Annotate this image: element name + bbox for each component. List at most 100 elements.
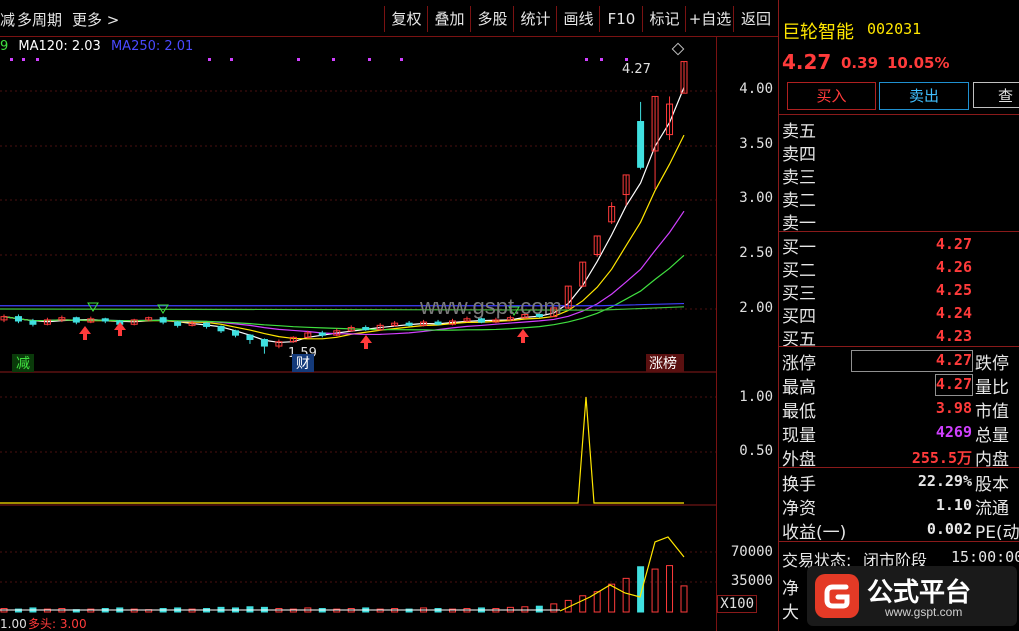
signal-dot [400, 58, 403, 61]
add-watchlist-button[interactable]: +自选 [685, 6, 734, 32]
candle-body [231, 330, 239, 336]
chart-grid [0, 90, 716, 583]
signal-dot [600, 58, 603, 61]
high-mark-label: 4.27 [622, 62, 651, 77]
candle-body [14, 316, 22, 322]
fuquan-button[interactable]: 复权 [384, 6, 428, 32]
multi-period-button[interactable]: 多周期 [17, 9, 62, 30]
stock-code: 002031 [867, 20, 922, 38]
current-volume-label: 现量 [782, 426, 816, 446]
last-price: 4.27 [782, 50, 832, 74]
stock-name: 巨轮智能 [782, 22, 854, 43]
divider [779, 231, 1019, 232]
buy-signal-arrow [517, 329, 529, 343]
signal-dot [10, 58, 13, 61]
candle-body [72, 317, 80, 323]
price-axis: 4.00 3.50 3.00 2.50 2.00 1.00 0.50 70000… [716, 37, 779, 631]
volume-bar [622, 577, 630, 613]
bid-1-label: 买一 [782, 238, 816, 258]
ask-4-label: 卖四 [782, 145, 816, 165]
f10-button[interactable]: F10 [599, 6, 643, 32]
price-tick: 2.00 [739, 300, 773, 316]
candle-body [637, 121, 645, 168]
bid-2-price: 4.26 [935, 258, 972, 276]
net-assets-value: 1.10 [935, 496, 972, 514]
divider [779, 114, 1019, 115]
volume-bar [680, 585, 688, 613]
query-button[interactable]: 查 [973, 82, 1019, 108]
signal-dot [297, 58, 300, 61]
signal-dot [585, 58, 588, 61]
price-tick: 4.00 [739, 81, 773, 97]
signal-dot [36, 58, 39, 61]
price-tick: 3.00 [739, 190, 773, 206]
kline-chart[interactable]: www.gspt.com 4.27 1.59 减 财 涨榜 1.00 多头: 3… [0, 37, 778, 631]
float-label: 流通 [975, 499, 1009, 519]
limit-up-value: 4.27 [935, 351, 972, 369]
buy-signal-arrow [114, 322, 126, 336]
bid-2-label: 买二 [782, 261, 816, 281]
volume-bar [550, 603, 558, 613]
ask-3-label: 卖三 [782, 168, 816, 188]
cut-label-2: 大 [782, 603, 799, 623]
trade-time: 15:00:00 [951, 548, 1019, 566]
low-value: 3.98 [935, 399, 972, 417]
back-button[interactable]: 返回 [733, 6, 778, 32]
volume-bar [246, 606, 254, 613]
indicator-curve [0, 396, 684, 504]
cut-label-1: 净 [782, 579, 799, 599]
statistics-button[interactable]: 统计 [513, 6, 557, 32]
overlay-button[interactable]: 叠加 [427, 6, 471, 32]
tag-zhangbang: 涨榜 [649, 355, 677, 372]
candle-body [217, 325, 225, 332]
volume-bar [608, 583, 616, 613]
more-button[interactable]: 更多 > [72, 9, 119, 30]
buy-button[interactable]: 买入 [787, 82, 876, 110]
tag-jian: 减 [16, 356, 30, 372]
bottom-left-value: 1.00 [0, 617, 27, 631]
market-cap-label: 市值 [975, 402, 1009, 422]
gspt-logo: 公式平台 www.gspt.com [807, 566, 1017, 626]
signal-dot [230, 58, 233, 61]
indicator-tick: 0.50 [739, 443, 773, 459]
candle-body [203, 322, 211, 327]
volume-bar [666, 565, 674, 613]
chart-toolbar: 减 多周期 更多 > 复权 叠加 多股 统计 画线 F10 标记 +自选 返回 [0, 0, 778, 37]
candle-body [362, 327, 370, 331]
candle-body [159, 317, 167, 323]
mark-button[interactable]: 标记 [642, 6, 686, 32]
bullish-label: 多头: 3.00 [28, 617, 87, 631]
signal-dot [332, 58, 335, 61]
divider [779, 541, 1019, 542]
candle-body [101, 318, 109, 322]
candle-body [318, 332, 326, 336]
indicator-tick: 1.00 [739, 389, 773, 405]
sell-signal-arrow [87, 302, 99, 312]
logo-url: www.gspt.com [885, 605, 963, 619]
volume-ratio-label: 量比 [975, 378, 1009, 398]
candle-body [405, 322, 413, 326]
bid-4-label: 买四 [782, 307, 816, 327]
indicator-line [0, 396, 684, 504]
signal-dot [208, 58, 211, 61]
toolbar-cut-label: 减 [0, 11, 16, 29]
share-capital-label: 股本 [975, 475, 1009, 495]
multi-stock-button[interactable]: 多股 [470, 6, 514, 32]
price-tick: 3.50 [739, 136, 773, 152]
limit-down-label: 跌停 [975, 354, 1009, 374]
volume-ma-line [559, 536, 685, 612]
volume-tick: 35000 [730, 573, 773, 589]
eps-label: 收益(一) [782, 523, 847, 543]
volume-bar [579, 595, 587, 613]
draw-line-button[interactable]: 画线 [556, 6, 600, 32]
sell-button[interactable]: 卖出 [879, 82, 969, 110]
volume-tick: 70000 [730, 544, 773, 560]
candle-body [260, 339, 268, 347]
divider [779, 346, 1019, 347]
low-label: 最低 [782, 402, 816, 422]
eps-value: 0.002 [926, 520, 972, 538]
turnover-value: 22.29% [917, 472, 972, 490]
ask-5-label: 卖五 [782, 122, 816, 142]
volume-bar [651, 568, 659, 613]
total-volume-label: 总量 [975, 426, 1009, 446]
